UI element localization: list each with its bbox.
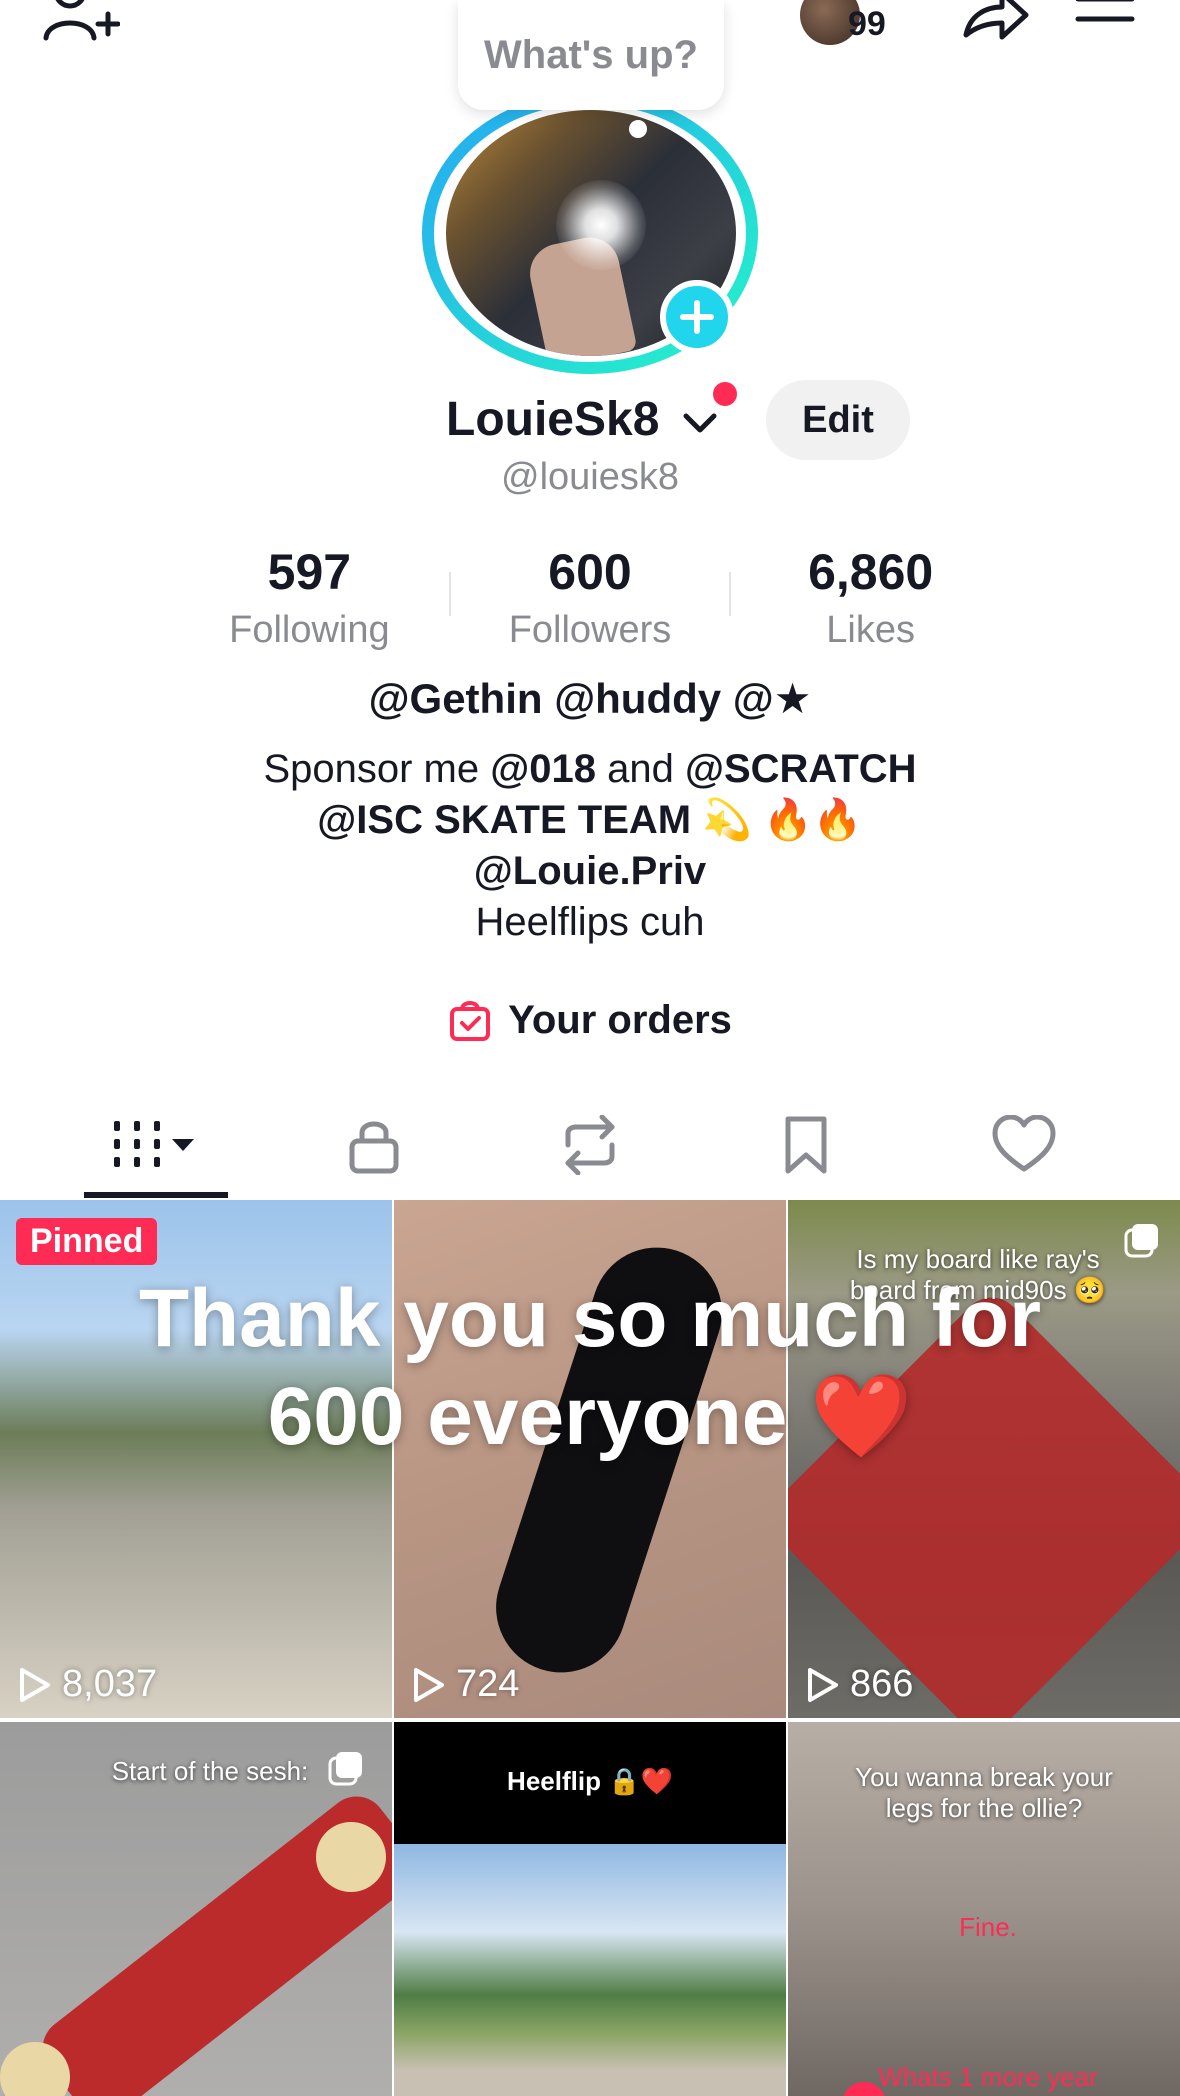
user-handle: @louiesk8 <box>501 456 679 498</box>
friend-avatar[interactable]: 99 <box>800 0 886 45</box>
video-thumbnail[interactable]: Start of the sesh: <box>0 1722 392 2096</box>
your-orders-label: Your orders <box>508 997 732 1042</box>
bio-text: Sponsor me <box>263 747 491 791</box>
stat-label: Following <box>229 609 390 651</box>
skateboard-wheel <box>316 1822 386 1892</box>
stat-value: 6,860 <box>808 544 934 600</box>
avatar-flash <box>556 180 646 270</box>
bookmark-icon <box>785 1116 827 1174</box>
display-name[interactable]: LouieSk8 <box>446 392 659 447</box>
content-tabs <box>0 1090 1180 1200</box>
stat-label: Followers <box>508 609 672 651</box>
view-count: 866 <box>806 1663 913 1706</box>
view-count-value: 724 <box>456 1663 520 1705</box>
lock-icon <box>349 1121 399 1174</box>
tab-liked[interactable] <box>916 1090 1132 1200</box>
stat-value: 597 <box>267 544 352 600</box>
notification-dot <box>713 382 737 406</box>
bio-line-1: Sponsor me @018 and @SCRATCH <box>0 744 1180 795</box>
view-count: 8,037 <box>18 1663 157 1706</box>
overlay-caption: Thank you so much for 600 everyone ❤️ <box>130 1270 1050 1466</box>
top-right-actions: 99 <box>800 0 1140 50</box>
hamburger-menu-icon[interactable] <box>1070 0 1140 45</box>
bio-line-3[interactable]: @Louie.Priv <box>0 846 1180 897</box>
plus-icon <box>680 300 714 334</box>
profile-bio: Sponsor me @018 and @SCRATCH @ISC SKATE … <box>0 744 1180 948</box>
active-tab-indicator <box>84 1192 228 1198</box>
chevron-down-icon[interactable] <box>680 402 720 442</box>
video-subcaption: Fine. <box>959 1912 1017 1942</box>
pinned-badge: Pinned <box>16 1218 158 1265</box>
edit-profile-button[interactable]: Edit <box>766 380 910 460</box>
tab-favorites[interactable] <box>698 1090 914 1200</box>
photo-stack-icon <box>328 1752 362 1786</box>
stat-likes[interactable]: 6,860 Likes <box>731 540 1010 651</box>
repost-icon <box>565 1115 615 1175</box>
status-bubble-text: What's up? <box>484 32 698 77</box>
share-arrow-icon[interactable] <box>960 0 1030 45</box>
video-caption: Heelflip 🔒❤️ <box>507 1766 673 1796</box>
person-add-icon[interactable] <box>40 0 120 50</box>
tab-videos[interactable] <box>48 1090 264 1200</box>
name-row: LouieSk8 Edit <box>0 380 1180 460</box>
video-thumbnail[interactable]: You wanna break your legs for the ollie?… <box>788 1722 1180 2096</box>
profile-stats: 597 Following 600 Followers 6,860 Likes <box>170 540 1010 651</box>
play-icon <box>414 1667 444 1702</box>
grid-bars-icon <box>114 1121 194 1167</box>
notification-count: 99 <box>848 5 886 43</box>
video-subcaption: Whats 1 more year <box>878 2062 1098 2092</box>
stat-label: Likes <box>826 609 915 651</box>
overlay-caption-line: Thank you so much for <box>138 1273 1042 1364</box>
tab-private[interactable] <box>266 1090 482 1200</box>
stat-value: 600 <box>548 544 632 600</box>
video-caption: You wanna break your legs for the ollie? <box>855 1762 1113 1823</box>
shopping-bag-icon <box>450 1001 491 1041</box>
stat-following[interactable]: 597 Following <box>170 540 449 651</box>
tab-reposts[interactable] <box>482 1090 698 1200</box>
stat-followers[interactable]: 600 Followers <box>451 540 730 651</box>
bio-text: and <box>595 747 685 791</box>
bio-line-4: Heelflips cuh <box>475 900 705 944</box>
bio-line-2[interactable]: @ISC SKATE TEAM 💫 🔥🔥 <box>0 795 1180 846</box>
your-orders-link[interactable]: Your orders <box>0 990 1180 1050</box>
view-count-value: 8,037 <box>62 1663 158 1705</box>
video-caption: Start of the sesh: <box>111 1756 309 1786</box>
play-icon <box>808 1667 838 1702</box>
status-bubble-tail <box>629 120 647 138</box>
photo-stack-icon <box>1124 1224 1158 1258</box>
view-count-value: 866 <box>850 1663 914 1705</box>
status-bubble[interactable]: What's up? <box>458 0 724 110</box>
park-photo <box>394 1844 786 2096</box>
add-story-button[interactable] <box>660 280 734 354</box>
view-count: 724 <box>412 1663 519 1706</box>
overlay-caption-line: 600 everyone ❤️ <box>267 1371 913 1462</box>
video-thumbnail[interactable]: Heelflip 🔒❤️ <box>394 1722 786 2096</box>
heart-icon <box>992 1115 1056 1172</box>
bio-mention[interactable]: @018 <box>490 747 596 791</box>
play-icon <box>20 1667 50 1702</box>
bio-mention[interactable]: @SCRATCH <box>685 747 917 791</box>
profile-mentions[interactable]: @Gethin @huddy @★ <box>0 674 1180 723</box>
